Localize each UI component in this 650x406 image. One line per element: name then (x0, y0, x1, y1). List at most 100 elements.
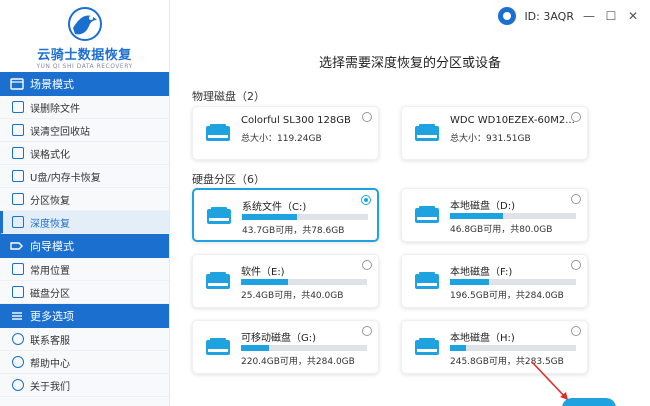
help-icon (12, 356, 24, 368)
sidebar-item-help-center[interactable]: 帮助中心 (0, 351, 169, 374)
partition-name: 本地磁盘（H:) (450, 333, 515, 344)
partition-radio[interactable] (361, 195, 371, 205)
partition-name: 本地磁盘（D:) (450, 201, 515, 212)
sidebar-item-partition-recovery[interactable]: 分区恢复 (0, 188, 169, 211)
partition-usage: 220.4GB可用，共284.0GB (241, 357, 355, 367)
usage-fill (450, 345, 467, 351)
maximize-button[interactable]: ☐ (604, 9, 618, 23)
partition-name: 本地磁盘（F:) (450, 267, 513, 278)
app-logo: 云骑士数据恢复 YUN QI SHI DATA RECOVERY (0, 0, 169, 72)
partition-usage: 25.4GB可用，共40.0GB (241, 291, 344, 301)
hard-disk-icon (415, 272, 439, 289)
partition-radio[interactable] (571, 260, 581, 270)
folder-icon (12, 263, 24, 275)
sidebar-item-label: 联系客服 (30, 335, 70, 347)
sidebar-item-about-us[interactable]: 关于我们 (0, 374, 169, 397)
partitions-label: 硬盘分区（6） (192, 173, 265, 186)
more-options-icon (10, 310, 24, 322)
sidebar-item-label: 帮助中心 (30, 358, 70, 370)
sidebar-item-usb-recovery[interactable]: U盘/内存卡恢复 (0, 165, 169, 188)
partition-name: 系统文件（C:) (242, 202, 307, 213)
partition-radio[interactable] (362, 326, 372, 336)
trash-icon (12, 101, 24, 113)
sidebar-item-contact-support[interactable]: 联系客服 (0, 328, 169, 351)
partition-card-c[interactable]: 系统文件（C:) 43.7GB可用，共78.6GB (192, 188, 379, 242)
hard-disk-icon (206, 124, 230, 141)
sidebar-item-disk-partition[interactable]: 磁盘分区 (0, 281, 169, 304)
sidebar-item-deleted-files[interactable]: 误删除文件 (0, 96, 169, 119)
sidebar-item-label: 深度恢复 (30, 218, 70, 230)
section-header-wizard-mode[interactable]: 向导模式 (0, 234, 169, 258)
usage-bar (450, 213, 576, 219)
sidebar-item-deep-recovery[interactable]: 深度恢复 (0, 211, 169, 234)
usage-fill (450, 213, 503, 219)
usage-bar (241, 279, 367, 285)
sidebar-item-label: U盘/内存卡恢复 (30, 172, 101, 184)
disk-radio[interactable] (571, 112, 581, 122)
disk-name: Colorful SL300 128GB (241, 115, 351, 126)
disk-size: 总大小：931.51GB (450, 134, 531, 144)
partition-usage: 196.5GB可用，共284.0GB (450, 291, 564, 301)
usage-bar (241, 345, 367, 351)
disk-radio[interactable] (362, 112, 372, 122)
usage-bar (450, 279, 576, 285)
wizard-mode-icon (10, 240, 24, 252)
sidebar-item-label: 分区恢复 (30, 195, 70, 207)
headset-icon (12, 333, 24, 345)
partition-card-d[interactable]: 本地磁盘（D:) 46.8GB可用，共80.0GB (401, 188, 588, 242)
sidebar: 云骑士数据恢复 YUN QI SHI DATA RECOVERY 场景模式 误删… (0, 0, 170, 406)
partition-radio[interactable] (362, 260, 372, 270)
section-title: 向导模式 (30, 240, 74, 253)
close-button[interactable]: ✕ (626, 9, 640, 23)
physical-disk-card[interactable]: WDC WD10EZEX-60M2... 总大小：931.51GB (401, 106, 588, 160)
next-button[interactable] (562, 398, 616, 406)
usage-fill (450, 279, 490, 285)
disk-name: WDC WD10EZEX-60M2... (450, 115, 575, 126)
disk-size: 总大小：119.24GB (241, 134, 322, 144)
usage-bar (242, 214, 368, 220)
hard-disk-icon (415, 124, 439, 141)
partition-radio[interactable] (571, 194, 581, 204)
partition-card-g[interactable]: 可移动磁盘（G:) 220.4GB可用，共284.0GB (192, 320, 379, 374)
physical-disks-label: 物理磁盘（2） (192, 90, 265, 103)
hard-disk-icon (415, 338, 439, 355)
sidebar-item-label: 误清空回收站 (30, 126, 90, 138)
hard-disk-icon (415, 206, 439, 223)
usage-fill (242, 214, 298, 220)
section-title: 场景模式 (30, 78, 74, 91)
sidebar-item-label: 关于我们 (30, 381, 70, 393)
sidebar-item-format[interactable]: 误格式化 (0, 142, 169, 165)
partition-card-h[interactable]: 本地磁盘（H:) 245.8GB可用，共283.5GB (401, 320, 588, 374)
partition-usage: 245.8GB可用，共283.5GB (450, 357, 564, 367)
deep-recovery-icon (12, 216, 24, 228)
recycle-bin-icon (12, 124, 24, 136)
sidebar-item-label: 误格式化 (30, 149, 70, 161)
section-header-more-options[interactable]: 更多选项 (0, 304, 169, 328)
physical-disk-card[interactable]: Colorful SL300 128GB 总大小：119.24GB (192, 106, 379, 160)
sidebar-item-label: 磁盘分区 (30, 288, 70, 300)
title-bar: ID: 3AQR — ☐ ✕ (498, 7, 640, 25)
partition-radio[interactable] (571, 326, 581, 336)
main-panel: ID: 3AQR — ☐ ✕ 选择需要深度恢复的分区或设备 物理磁盘（2） Co… (170, 0, 650, 406)
minimize-button[interactable]: — (582, 9, 596, 23)
partition-card-f[interactable]: 本地磁盘（F:) 196.5GB可用，共284.0GB (401, 254, 588, 308)
section-header-scene-mode[interactable]: 场景模式 (0, 72, 169, 96)
partition-card-e[interactable]: 软件（E:) 25.4GB可用，共40.0GB (192, 254, 379, 308)
format-icon (12, 147, 24, 159)
usage-fill (241, 279, 288, 285)
sidebar-item-label: 误删除文件 (30, 103, 80, 115)
disk-icon (12, 286, 24, 298)
section-title: 更多选项 (30, 310, 74, 323)
logo-subtitle: YUN QI SHI DATA RECOVERY (36, 63, 133, 70)
usb-drive-icon (12, 170, 24, 182)
hard-disk-icon (206, 272, 230, 289)
partition-icon (12, 193, 24, 205)
sidebar-item-recycle-bin[interactable]: 误清空回收站 (0, 119, 169, 142)
partition-name: 可移动磁盘（G:) (241, 333, 317, 344)
usage-fill (241, 345, 269, 351)
logo-title: 云骑士数据恢复 (37, 48, 132, 63)
sidebar-item-label: 常用位置 (30, 265, 70, 277)
usage-bar (450, 345, 576, 351)
sidebar-item-common-locations[interactable]: 常用位置 (0, 258, 169, 281)
hard-disk-icon (207, 207, 231, 224)
